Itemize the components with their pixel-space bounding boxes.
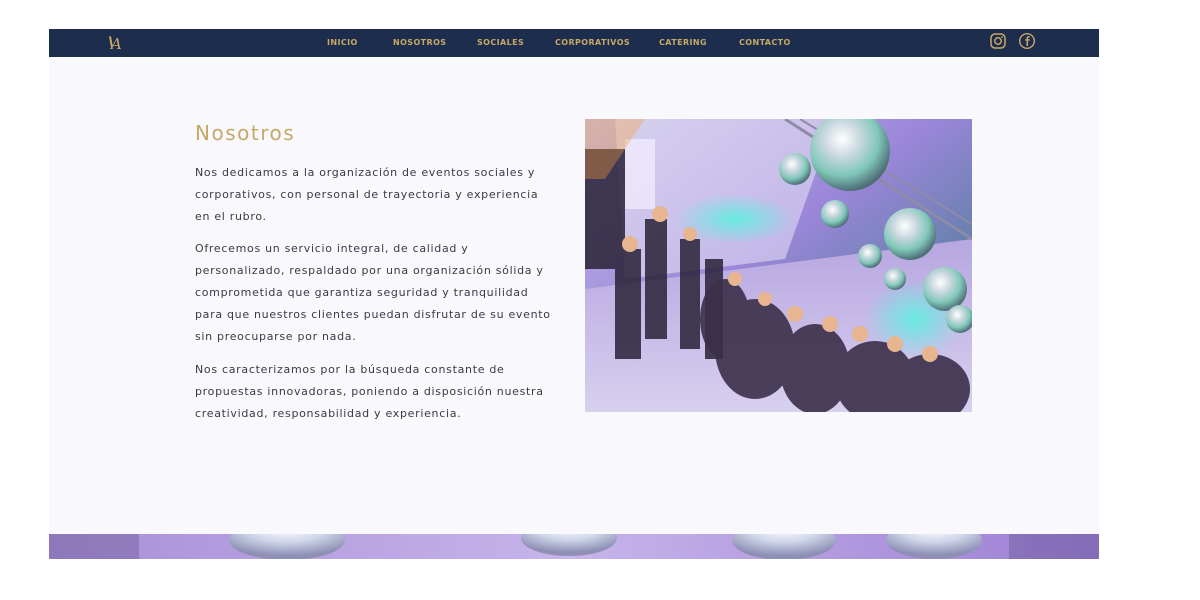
nav-item-corporativos[interactable]: CORPORATIVOS xyxy=(555,29,630,57)
nav-item-catering[interactable]: CATERING xyxy=(659,29,707,57)
nav-item-sociales[interactable]: SOCIALES xyxy=(477,29,524,57)
about-paragraph-2: Ofrecemos un servicio integral, de calid… xyxy=(195,242,551,343)
about-paragraph-1: Nos dedicamos a la organización de event… xyxy=(195,166,539,223)
logo-letter: A xyxy=(111,35,122,53)
page-frame: A INICIO NOSOTROS SOCIALES CORPORATIVOS … xyxy=(49,29,1099,559)
about-title: Nosotros xyxy=(195,121,296,145)
nav-item-nosotros[interactable]: NOSOTROS xyxy=(393,29,446,57)
main-navbar: A INICIO NOSOTROS SOCIALES CORPORATIVOS … xyxy=(49,29,1099,57)
hero-banner-strip xyxy=(49,534,1099,559)
facebook-icon[interactable] xyxy=(1018,32,1036,50)
about-paragraph-3: Nos caracterizamos por la búsqueda const… xyxy=(195,363,544,420)
instagram-icon[interactable] xyxy=(989,32,1007,50)
brand-logo[interactable]: A xyxy=(108,32,125,54)
nav-item-inicio[interactable]: INICIO xyxy=(327,29,358,57)
nav-item-contacto[interactable]: CONTACTO xyxy=(739,29,791,57)
event-party-photo xyxy=(585,119,972,412)
